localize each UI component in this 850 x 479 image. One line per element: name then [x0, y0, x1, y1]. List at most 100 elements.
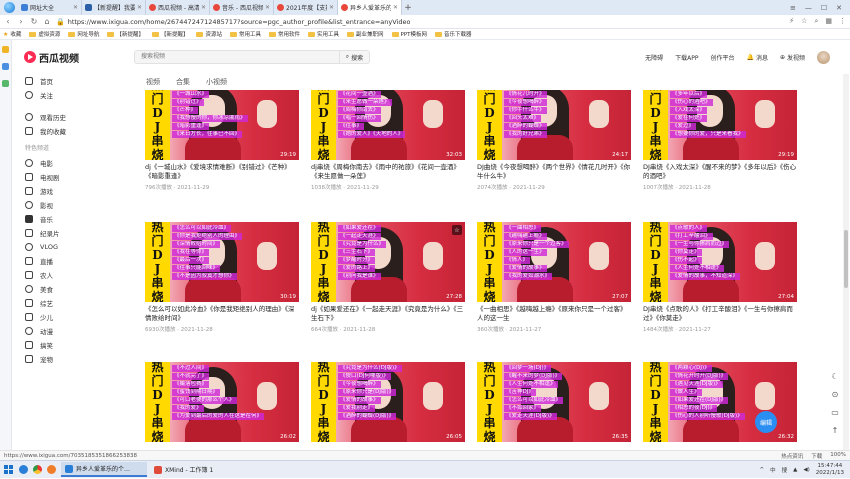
browser-tab[interactable]: 【新提醒】我要翻…✕	[82, 0, 146, 15]
bookmark-item[interactable]: 【新提醒】	[107, 30, 144, 38]
close-icon[interactable]: ✕	[836, 4, 842, 12]
download-app-link[interactable]: 下载APP	[675, 53, 698, 62]
video-title[interactable]: DJ串烧《点歌的人》《打工辛酸泪》《一生与你擦肩而过》《你莫走》	[643, 305, 797, 323]
video-card[interactable]: 《一曲相思》 《越嗨越上瘾》 《原来你只是一个过客》 《人的这一生》 《情人》 《爱情的故…	[477, 222, 631, 333]
video-thumbnail[interactable]: 《爱境求情难断》《一城山水》《别错过》《芒种》《我想慢的你，你冰凉戚雨》《暗影重…	[145, 90, 299, 160]
video-card[interactable]: 《醒不来的梦》《多年以后》《伤心的酒吧》《入戏太深》《爱在何处》《爱过》《想要你…	[643, 90, 797, 191]
forward-icon[interactable]: ›	[17, 17, 25, 26]
video-title[interactable]: DJ串烧《入戏太深》《醒不来的梦》《多年以后》《伤心的酒吧》	[643, 163, 797, 181]
extensions-icon[interactable]: ▦	[825, 17, 832, 26]
video-title[interactable]: 《一曲相思》《越嗨越上瘾》《原来你只是一个过客》人的这一生	[477, 305, 631, 323]
tab-videos[interactable]: 视频	[146, 77, 160, 87]
search-tray-icon[interactable]: 搜	[782, 466, 788, 474]
video-card[interactable]: 《不过人间》 《不就完了》 《撮落包赛》 《蜜饯到期日期》 《可口老婆的那么个人》 《我的…	[145, 362, 299, 442]
nav-item-channel-kids[interactable]: 少儿	[25, 310, 130, 324]
nav-item-channel-farmer[interactable]: 农人	[25, 268, 130, 282]
menu-icon[interactable]: ≡	[790, 4, 796, 12]
bookmark-item[interactable]: 资源站	[196, 30, 222, 38]
news-link[interactable]: 热点资讯	[781, 452, 803, 460]
video-title[interactable]: DJ曲烧《今夜想喝醉》《两个世界》《情花几时开》《你牛什么牛》	[477, 163, 631, 181]
video-card[interactable]: 《两颗心(DJ)》 《情花开时开(DJ版)》 《遇见天涯(DJ版)》 《做人生》 《如果…	[643, 362, 797, 442]
back-to-top-icon[interactable]: ↑	[832, 426, 839, 435]
video-thumbnail[interactable]: 《两个世界》《情花几时开》《今夜想喝醉》《你牛什么牛》《回头太难》《酒醉的蝴蝶》…	[477, 90, 631, 160]
scrollbar-thumb[interactable]	[844, 230, 848, 288]
feedback-icon[interactable]: ⊙	[832, 390, 839, 399]
video-title[interactable]: 《怎么可以如此冷血》《你是我矩绝别人的理由》《深情败给时间》	[145, 305, 299, 323]
video-thumbnail[interactable]: 《不过人间》 《不就完了》 《撮落包赛》 《蜜饯到期日期》 《可口老婆的那么个人》 《我的…	[145, 362, 299, 442]
tab-close-icon[interactable]: ✕	[73, 4, 78, 11]
add-favorite-icon[interactable]: ☆	[452, 225, 462, 235]
reload-icon[interactable]: ↻	[30, 17, 38, 26]
tab-short-videos[interactable]: 小视频	[206, 77, 227, 87]
lightning-icon[interactable]: ⚡	[789, 17, 794, 26]
video-card[interactable]: 《点歌的人》 《打工辛酸泪》 《一生与你擦肩而过》 《你莫走》 《伤不起》 《人生何处不相…	[643, 222, 797, 333]
bookmark-item[interactable]: 常用工具	[229, 30, 261, 38]
tray-expand-icon[interactable]: ^	[760, 467, 765, 473]
tab-close-icon[interactable]: ✕	[137, 4, 142, 11]
task-xmind-window[interactable]: XMind - 工作簿 1	[150, 462, 236, 477]
bookmark-item[interactable]: 实用工具	[308, 30, 339, 38]
nav-item-channel-vlog[interactable]: VLOG	[25, 240, 130, 254]
volume-icon[interactable]: ◀)	[803, 467, 809, 473]
bookmark-item[interactable]: 副业兼职网	[347, 30, 384, 38]
nav-item-channel-funny[interactable]: 搞笑	[25, 338, 130, 352]
nav-item-channel-music[interactable]: 音乐	[25, 212, 130, 226]
video-thumbnail[interactable]: 《两颗心(DJ)》 《情花开时开(DJ版)》 《遇见天涯(DJ版)》 《做人生》 《如果…	[643, 362, 797, 442]
video-card[interactable]: 《怎么可以如此冷血》 《你是我矩绝别人的理由》 《深情败给时间》 《我在等你》 《最后一…	[145, 222, 299, 333]
screen-icon[interactable]: ▭	[831, 408, 839, 417]
clock[interactable]: 15:47:44 2022/1/13	[816, 463, 844, 477]
nav-item-channel-documentary[interactable]: 纪录片	[25, 226, 130, 240]
back-icon[interactable]: ‹	[4, 17, 12, 26]
url-field[interactable]: 🔒 https://www.ixigua.com/home/2674472471…	[56, 16, 656, 27]
bookmark-item[interactable]: 音乐下载器	[435, 30, 472, 38]
nav-item-follow[interactable]: 关注	[25, 88, 130, 102]
nav-item-history[interactable]: 观看历史	[25, 110, 130, 124]
video-thumbnail[interactable]: 《一曲相思》 《越嗨越上瘾》 《原来你只是一个过客》 《人的这一生》 《情人》 《爱情的故…	[477, 222, 631, 302]
video-card[interactable]: 《回梦一场(DJ)》 《醒不来的梦(DJ版)》 《人生何处不相逢》 《苦神DJ》 《怎么…	[477, 362, 631, 442]
video-card[interactable]: 《两个世界》《情花几时开》《今夜想喝醉》《你牛什么牛》《回头太难》《酒醉的蝴蝶》…	[477, 90, 631, 191]
video-card[interactable]: 《雨中的祐旅》《花间一壶酒》《来生愿做一朵莲》《周梅你南去》《唱一回情伤》《往事…	[311, 90, 465, 191]
zoom-level[interactable]: 100%	[830, 452, 846, 460]
tab-close-icon[interactable]: ✕	[393, 4, 398, 11]
bookmark-item[interactable]: 虚拟资源	[29, 30, 60, 38]
edit-bubble-button[interactable]: 编辑	[755, 411, 777, 433]
tab-close-icon[interactable]: ✕	[201, 4, 206, 11]
video-card[interactable]: 《究竟是为什么(DJ版)》 《傻口(DJ何哪版)》 《今夜想喝醉》 《原来你只是(DJ…	[311, 362, 465, 442]
star-icon[interactable]: ☆	[801, 17, 807, 26]
dark-mode-icon[interactable]: ☾	[831, 372, 838, 381]
minimize-icon[interactable]: —	[805, 4, 812, 12]
nav-item-channel-tv[interactable]: 电视剧	[25, 170, 130, 184]
tab-collections[interactable]: 合集	[176, 77, 190, 87]
taskbar-browser-icon[interactable]	[16, 461, 30, 479]
settings-icon[interactable]: ⋮	[839, 17, 846, 26]
video-thumbnail[interactable]: 《究竟是为什么(DJ版)》 《傻口(DJ何哪版)》 《今夜想喝醉》 《原来你只是(DJ…	[311, 362, 465, 442]
video-thumbnail[interactable]: 《醒不来的梦》《多年以后》《伤心的酒吧》《入戏太深》《爱在何处》《爱过》《想要你…	[643, 90, 797, 160]
video-title[interactable]: dj《如果爱还在》《一起走天涯》《究竟是为什么》《三生石下》	[311, 305, 465, 323]
video-title[interactable]: dj《一城山水》《爱境求情难断》《别错过》《芒种》《暗影重逢》	[145, 163, 299, 181]
tab-close-icon[interactable]: ✕	[329, 4, 334, 11]
input-method-icon[interactable]: 中	[770, 466, 776, 474]
maximize-icon[interactable]: ☐	[821, 4, 827, 12]
bookmark-item[interactable]: 【新提醒】	[151, 30, 188, 38]
nav-item-channel-live[interactable]: 直播	[25, 254, 130, 268]
browser-tab[interactable]: 西瓜视频 - 高清免费在…✕	[146, 0, 210, 15]
search-icon[interactable]: ⌕	[814, 17, 818, 26]
video-thumbnail[interactable]: 《雨中的祐旅》《花间一壶酒》《来生愿做一朵莲》《周梅你南去》《唱一回情伤》《往事…	[311, 90, 465, 160]
browser-tab[interactable]: 2021年度【支持中…✕	[274, 0, 338, 15]
browser-tab[interactable]: 音乐 - 西瓜视频 ✕	[210, 0, 274, 15]
browser-tab[interactable]: 异乡人爱革乐的个人主…✕	[338, 0, 402, 15]
video-thumbnail[interactable]: 《回梦一场(DJ)》 《醒不来的梦(DJ版)》 《人生何处不相逢》 《苦神DJ》 《怎么…	[477, 362, 631, 442]
nav-item-channel-variety[interactable]: 综艺	[25, 296, 130, 310]
nav-item-home[interactable]: 首页	[25, 74, 130, 88]
nav-item-channel-game[interactable]: 游戏	[25, 184, 130, 198]
favorites-icon[interactable]	[2, 46, 9, 53]
download-link[interactable]: 下载	[811, 452, 822, 460]
accessibility-link[interactable]: 无障碍	[645, 53, 663, 62]
nav-item-channel-food[interactable]: 美食	[25, 282, 130, 296]
bookmark-item[interactable]: 常用软件	[269, 30, 300, 38]
new-tab-button[interactable]: +	[402, 0, 414, 15]
search-input[interactable]	[134, 50, 340, 64]
nav-item-channel-film[interactable]: 影视	[25, 198, 130, 212]
nav-item-channel-movie[interactable]: 电影	[25, 156, 130, 170]
site-logo[interactable]: 西瓜视频	[24, 50, 114, 65]
